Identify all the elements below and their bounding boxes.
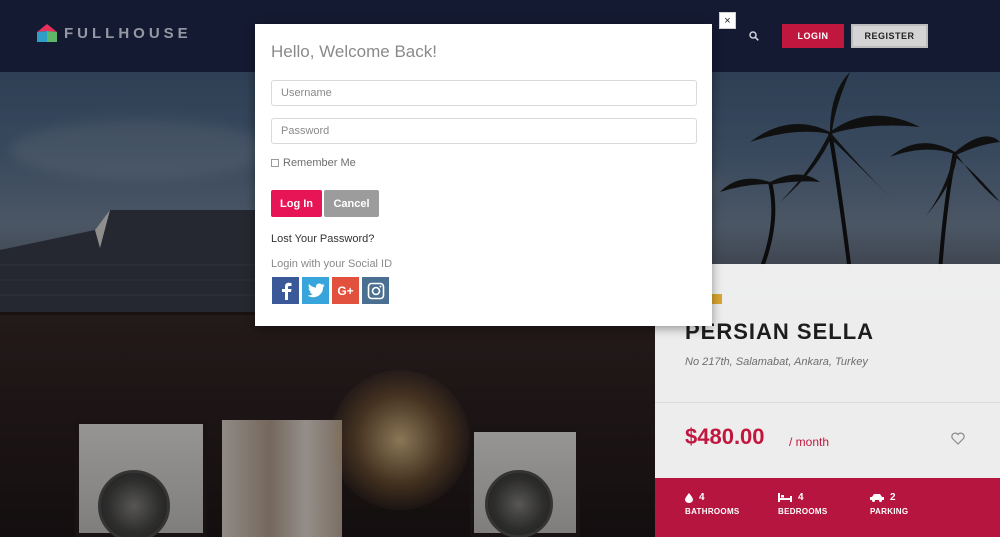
property-features: 4 BATHROOMS 4 BEDROOMS 2 PARKING: [655, 478, 1000, 537]
cancel-button[interactable]: Cancel: [324, 190, 379, 217]
logo[interactable]: FULLHOUSE: [36, 22, 192, 44]
remember-me-checkbox[interactable]: [271, 159, 279, 167]
property-price: $480.00: [685, 424, 765, 449]
logo-text: FULLHOUSE: [64, 24, 192, 42]
password-input[interactable]: [271, 118, 697, 144]
facebook-icon[interactable]: [272, 277, 299, 304]
twitter-icon[interactable]: [302, 277, 329, 304]
login-modal: Hello, Welcome Back! Remember Me Log In …: [255, 24, 712, 326]
header-login-button[interactable]: LOGIN: [782, 24, 844, 48]
property-title[interactable]: PERSIAN SELLA: [685, 319, 874, 345]
drop-icon: [685, 492, 693, 503]
social-login-label: Login with your Social ID: [271, 258, 393, 270]
feature-label: PARKING: [870, 507, 909, 516]
property-address: No 217th, Salamabat, Ankara, Turkey: [685, 356, 868, 368]
username-input[interactable]: [271, 80, 697, 106]
feature-count: 4: [798, 492, 804, 503]
instagram-icon[interactable]: [362, 277, 389, 304]
google-plus-icon[interactable]: G+: [332, 277, 359, 304]
feature-count: 2: [890, 492, 896, 503]
close-modal-button[interactable]: ×: [719, 12, 736, 29]
lost-password-link[interactable]: Lost Your Password?: [271, 233, 374, 245]
login-button[interactable]: Log In: [271, 190, 322, 217]
feature-count: 4: [699, 492, 705, 503]
header-register-button[interactable]: REGISTER: [851, 24, 928, 48]
logo-icon: [37, 24, 57, 42]
feature-label: BEDROOMS: [778, 507, 828, 516]
price-period: / month: [789, 435, 830, 449]
car-icon: [870, 494, 884, 502]
search-icon[interactable]: [749, 31, 759, 41]
feature-label: BATHROOMS: [685, 507, 740, 516]
modal-title: Hello, Welcome Back!: [271, 42, 437, 61]
card-divider: [655, 402, 1000, 403]
heart-icon[interactable]: [951, 432, 965, 445]
bed-icon: [778, 493, 792, 502]
remember-me[interactable]: Remember Me: [271, 157, 356, 169]
remember-me-label: Remember Me: [283, 157, 356, 169]
